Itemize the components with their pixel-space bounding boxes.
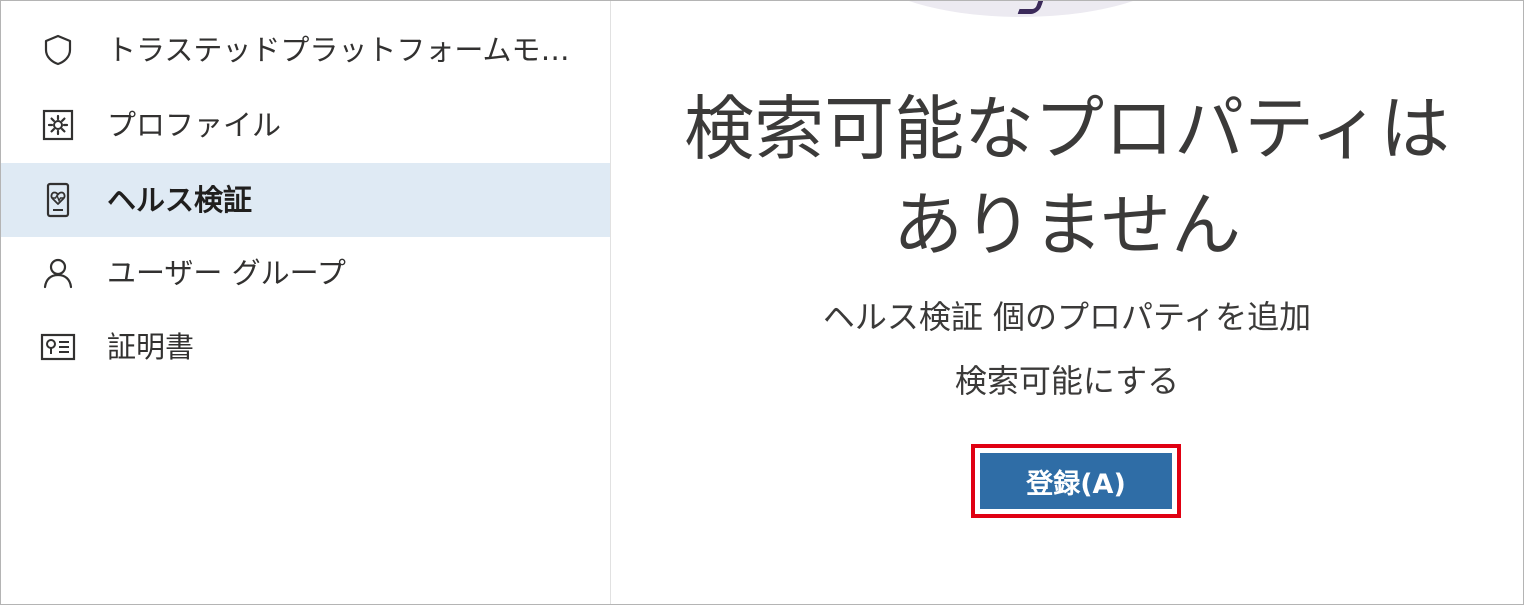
empty-state-description-line2: 検索可能にする [954, 362, 1180, 400]
sidebar-item-label: プロファイル [107, 108, 282, 142]
sidebar-item-tpm[interactable]: トラステッドプラットフォームモジュール [1, 13, 610, 87]
sidebar-item-label: 証明書 [107, 330, 195, 364]
health-device-icon [39, 181, 77, 219]
empty-state-title-line1: 検索可能なプロパティは [684, 88, 1450, 170]
sidebar-item-label: トラステッドプラットフォームモジュール [107, 33, 574, 67]
sidebar-item-profile[interactable]: プロファイル [1, 88, 610, 162]
profile-settings-icon [39, 106, 77, 144]
sidebar-item-label: ユーザー グループ [107, 256, 346, 290]
sidebar-item-health-attestation[interactable]: ヘルス検証 [1, 163, 610, 237]
sidebar: トラステッドプラットフォームモジュール プロファイル [1, 1, 611, 604]
register-button-highlight: 登録(A) [971, 444, 1181, 518]
sidebar-item-certificates[interactable]: 証明書 [1, 310, 610, 384]
window-frame: トラステッドプラットフォームモジュール プロファイル [0, 0, 1524, 605]
register-button[interactable]: 登録(A) [980, 453, 1172, 509]
sidebar-item-user-groups[interactable]: ユーザー グループ [1, 236, 610, 310]
empty-state-title: 検索可能なプロパティは ありません [611, 81, 1523, 273]
empty-state-title-line2: ありません [893, 184, 1241, 266]
certificate-icon [39, 328, 77, 366]
shield-icon [39, 31, 77, 69]
user-icon [39, 254, 77, 292]
main-panel: 検索可能なプロパティは ありません ヘルス検証 個のプロパティを追加 検索可能に… [611, 1, 1523, 604]
empty-state-description-line1: ヘルス検証 個のプロパティを追加 [822, 298, 1312, 336]
sidebar-item-label: ヘルス検証 [107, 183, 253, 217]
